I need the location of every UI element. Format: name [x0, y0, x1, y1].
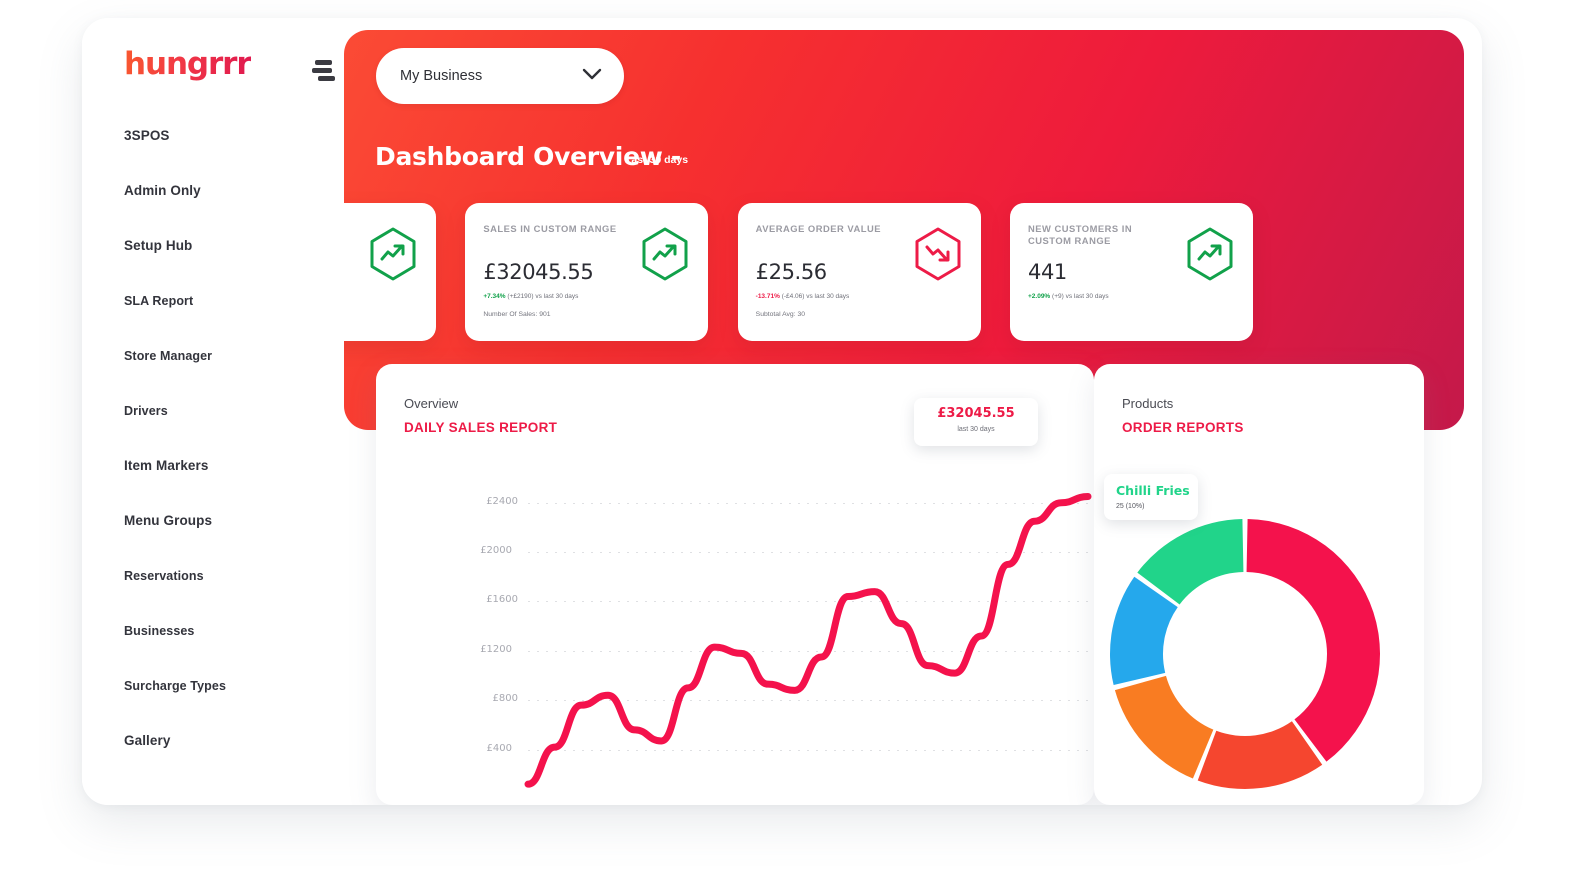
sidebar-nav: 3SPOS Admin Only Setup Hub SLA Report St… — [82, 108, 344, 768]
hamburger-icon[interactable] — [312, 58, 338, 84]
kpi-value: £32045.55 — [483, 260, 594, 284]
donut-chart-tooltip: Chilli Fries 25 (10%) — [1104, 474, 1198, 520]
sidebar-item-label: Gallery — [124, 733, 171, 748]
sidebar-item-label: Businesses — [124, 623, 195, 638]
kpi-value: 441 — [1027, 260, 1067, 284]
business-select-value: My Business — [400, 68, 483, 84]
donut-segment[interactable] — [1114, 675, 1214, 779]
sidebar-item-businesses[interactable]: Businesses — [82, 603, 344, 658]
kpi-card-average-order-value[interactable]: AVERAGE ORDER VALUE £25.56 -13.71% (-£4.… — [737, 203, 981, 341]
y-axis-tick-label: £1600 — [486, 594, 518, 606]
kpi-change-delta: -13.71% — [755, 293, 780, 300]
trend-up-hexagon-icon — [1181, 225, 1239, 288]
chevron-down-icon — [582, 67, 602, 85]
kpi-value: £25.56 — [755, 260, 827, 284]
sidebar-item-label: Store Manager — [124, 348, 213, 363]
sidebar-item-store-manager[interactable]: Store Manager — [82, 328, 344, 383]
y-axis-tick-label: £1200 — [480, 643, 512, 655]
kpi-change: +2.09% (+9) vs last 30 days — [1028, 292, 1109, 301]
sidebar-item-reservations[interactable]: Reservations — [82, 548, 344, 603]
panel-heading: DAILY SALES REPORT — [404, 420, 558, 435]
order-reports-donut-chart — [1110, 519, 1380, 789]
sidebar-item-label: Setup Hub — [124, 238, 193, 253]
kpi-title: NEW CUSTOMERS IN CUSTOM RANGE — [1027, 223, 1133, 246]
app-panel: hungrrr 3SPOS Admin Only Setup Hub SLA R… — [82, 18, 1482, 805]
tooltip-product-name: Chilli Fries — [1116, 483, 1190, 498]
y-axis-tick-label: £400 — [486, 742, 512, 754]
panel-eyebrow: Overview — [404, 396, 459, 411]
kpi-title: AVERAGE ORDER VALUE — [755, 223, 881, 234]
tooltip-value: £32045.55 — [937, 406, 1015, 421]
sidebar-item-label: SLA Report — [124, 293, 194, 308]
trend-up-hexagon-icon — [636, 225, 694, 288]
sidebar-item-admin-only[interactable]: Admin Only — [82, 163, 344, 218]
sidebar-item-setup-hub[interactable]: Setup Hub — [82, 218, 344, 273]
kpi-card-new-customers[interactable]: NEW CUSTOMERS IN CUSTOM RANGE 441 +2.09%… — [1009, 203, 1253, 341]
sidebar-item-label: Menu Groups — [124, 513, 213, 528]
donut-segment[interactable] — [1246, 519, 1380, 762]
hamburger-bar — [318, 76, 335, 81]
sidebar-item-label: 3SPOS — [124, 128, 170, 143]
hamburger-bar — [315, 60, 332, 65]
sidebar-item-label: Admin Only — [124, 183, 201, 198]
kpi-change-delta: +7.34% — [483, 293, 506, 300]
order-reports-panel: Products ORDER REPORTS Chilli Fries 25 (… — [1094, 364, 1424, 805]
y-axis-tick-label: £2400 — [486, 495, 518, 507]
sidebar-item-gallery[interactable]: Gallery — [82, 713, 344, 768]
sales-chart-tooltip: £32045.55 last 30 days — [914, 398, 1038, 446]
date-range-badge: Last 30 days — [625, 154, 689, 166]
sidebar-item-label: Reservations — [124, 568, 204, 583]
sidebar-item-item-markers[interactable]: Item Markers — [82, 438, 344, 493]
sidebar-item-menu-groups[interactable]: Menu Groups — [82, 493, 344, 548]
sales-line-chart: £2400 £2000 £1600 £1200 £800 £400 — [376, 464, 1094, 805]
kpi-card-sales-custom-range[interactable]: SALES IN CUSTOM RANGE £32045.55 +7.34% (… — [465, 203, 709, 341]
sidebar-item-surcharge-types[interactable]: Surcharge Types — [82, 658, 344, 713]
hungrrr-logo: hungrrr — [124, 46, 252, 82]
sidebar-item-label: Item Markers — [124, 458, 209, 473]
sidebar: hungrrr 3SPOS Admin Only Setup Hub SLA R… — [82, 18, 344, 805]
panel-heading: ORDER REPORTS — [1122, 420, 1244, 435]
hamburger-bar — [312, 68, 332, 73]
daily-sales-report-panel: Overview DAILY SALES REPORT £32045.55 la… — [376, 364, 1094, 805]
tooltip-subtext: last 30 days — [957, 426, 995, 433]
sidebar-item-label: Surcharge Types — [124, 678, 227, 693]
sidebar-item-drivers[interactable]: Drivers — [82, 383, 344, 438]
kpi-subtext: Number Of Sales: 901 — [483, 311, 551, 318]
sidebar-item-3spos[interactable]: 3SPOS — [82, 108, 344, 163]
kpi-title: SALES IN CUSTOM RANGE — [483, 223, 617, 234]
y-axis-tick-label: £800 — [492, 693, 518, 705]
kpi-change: -13.71% (-£4.06) vs last 30 days — [756, 292, 850, 301]
kpi-change-delta: +2.09% — [1027, 293, 1051, 300]
trend-down-hexagon-icon — [909, 225, 967, 288]
sidebar-item-label: Drivers — [124, 403, 168, 418]
kpi-card-row: SALES TODAY £1865 +19.56% (+£305) vs yes… — [193, 203, 1253, 343]
sales-line-path — [524, 493, 1092, 788]
tooltip-product-value: 25 (10%) — [1116, 503, 1145, 510]
kpi-change: +7.34% (+£2190) vs last 30 days — [483, 292, 578, 301]
sidebar-item-sla-report[interactable]: SLA Report — [82, 273, 344, 328]
kpi-subtext: Subtotal Avg: 30 — [755, 311, 806, 318]
trend-up-hexagon-icon — [364, 225, 422, 288]
kpi-change-detail: (+£2190) vs last 30 days — [507, 293, 579, 300]
panel-eyebrow: Products — [1122, 396, 1174, 411]
y-axis-tick-label: £2000 — [480, 545, 512, 557]
kpi-change-detail: (-£4.06) vs last 30 days — [781, 293, 850, 300]
business-select[interactable]: My Business — [376, 48, 624, 104]
app-page: hungrrr 3SPOS Admin Only Setup Hub SLA R… — [0, 0, 1575, 891]
kpi-change-detail: (+9) vs last 30 days — [1052, 293, 1109, 300]
